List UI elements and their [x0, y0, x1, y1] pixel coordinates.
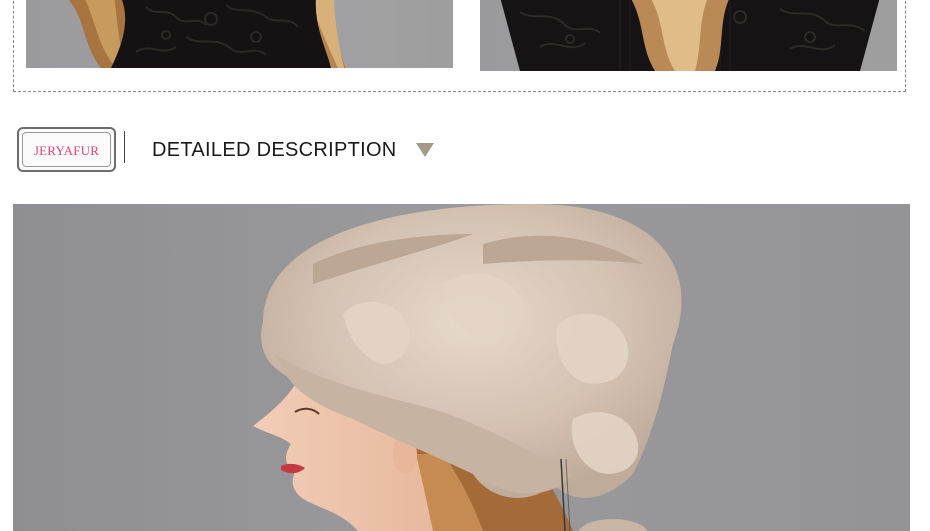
triangle-down-icon	[416, 143, 434, 157]
top-left-photo-art	[68, 0, 346, 68]
brand-logo-text: JERYAFUR	[33, 143, 100, 158]
main-product-photo-art	[253, 204, 682, 531]
main-product-photo	[13, 204, 910, 531]
top-right-photo	[480, 0, 897, 71]
top-right-photo-art	[500, 0, 880, 71]
brand-logo: JERYAFUR	[17, 127, 116, 172]
top-left-photo	[26, 0, 453, 68]
top-photo-frame	[13, 0, 906, 92]
header-divider	[124, 131, 125, 163]
section-title: DETAILED DESCRIPTION	[152, 139, 397, 161]
